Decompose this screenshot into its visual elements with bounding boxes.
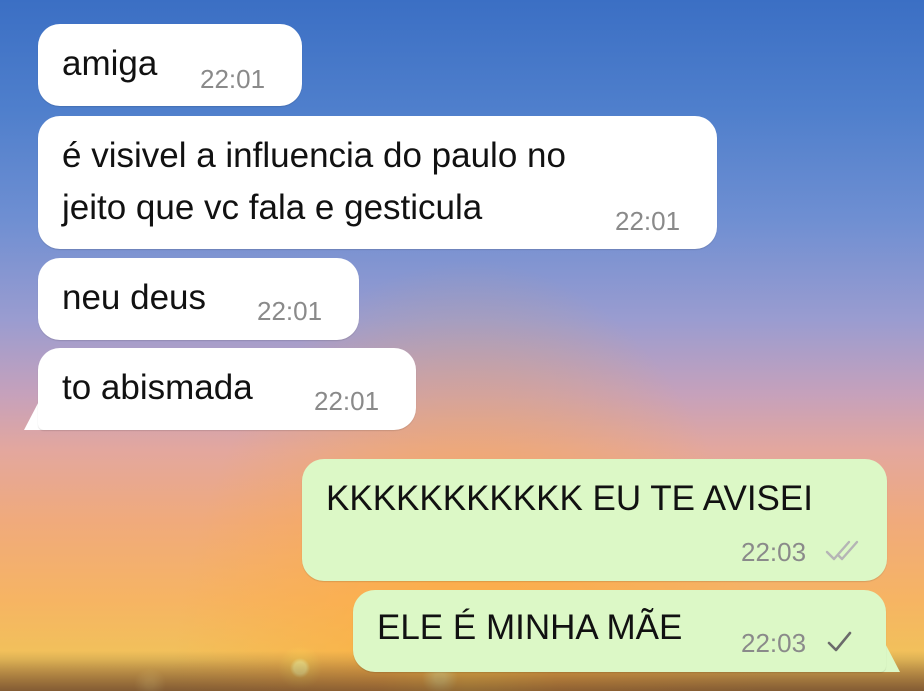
double-check-icon: [825, 540, 859, 561]
message-timestamp: 22:03: [741, 628, 807, 658]
message-text: amiga: [62, 44, 158, 83]
message-text-line: é visivel a influencia do paulo no: [62, 136, 566, 175]
message-text: KKKKKKKKKKK EU TE AVISEI: [326, 479, 813, 518]
message-text: to abismada: [62, 368, 253, 407]
message-text: ELE É MINHA MÃE: [377, 608, 683, 647]
message-timestamp: 22:01: [200, 64, 266, 94]
message-timestamp: 22:01: [615, 206, 681, 236]
outgoing-message[interactable]: KKKKKKKKKKK EU TE AVISEI 22:03: [302, 459, 887, 581]
incoming-message[interactable]: neu deus 22:01: [38, 258, 359, 340]
message-text: neu deus: [62, 278, 207, 317]
incoming-message[interactable]: é visivel a influencia do paulo no jeito…: [38, 116, 717, 249]
incoming-message[interactable]: amiga 22:01: [38, 24, 302, 106]
single-check-icon: [827, 631, 852, 652]
message-text-line: jeito que vc fala e gesticula: [62, 188, 483, 227]
message-timestamp: 22:03: [741, 537, 807, 567]
message-timestamp: 22:01: [314, 386, 380, 416]
outgoing-message[interactable]: ELE É MINHA MÃE 22:03: [353, 590, 886, 672]
message-timestamp: 22:01: [257, 296, 323, 326]
incoming-message[interactable]: to abismada 22:01: [38, 348, 416, 430]
